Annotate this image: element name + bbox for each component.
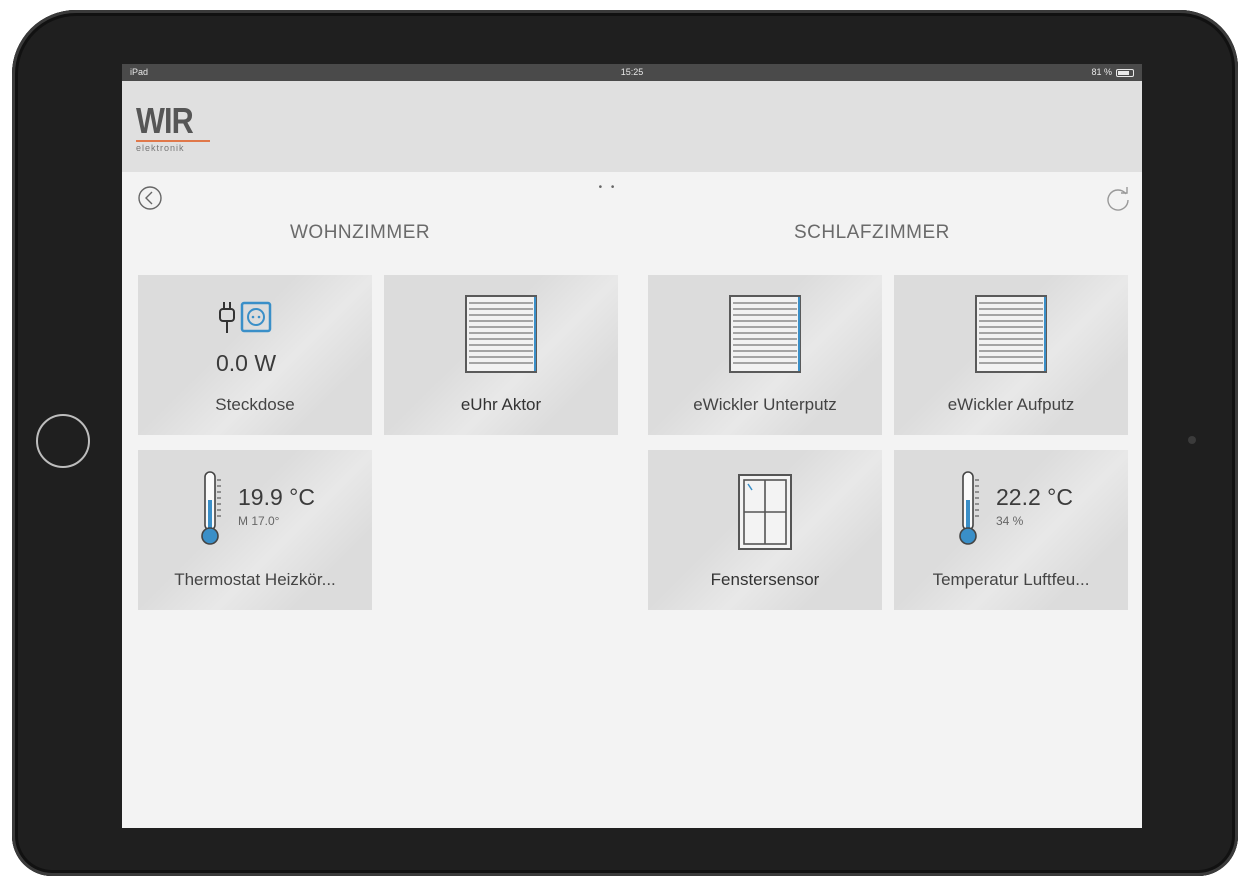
tile-ewickler-aufputz[interactable]: eWickler Aufputz: [894, 275, 1128, 435]
tile-label: Steckdose: [215, 395, 295, 414]
power-value: 0.0 W: [216, 350, 277, 376]
blind-icon: [975, 295, 1047, 373]
tile-thermostat[interactable]: 19.9 °C M 17.0° Thermostat Heizkör...: [138, 450, 372, 610]
tile-label: Thermostat Heizkör...: [174, 570, 336, 589]
blind-icon: [465, 295, 537, 373]
tile-label: eUhr Aktor: [460, 395, 542, 414]
status-bar: iPad 15:25 81 %: [122, 64, 1142, 81]
temperature-value: 22.2 °C: [996, 484, 1073, 510]
temperature-value: 19.9 °C: [238, 484, 315, 510]
room-title-schlafzimmer: SCHLAFZIMMER: [794, 222, 950, 243]
logo-subtitle: elektronik: [136, 143, 185, 153]
tile-ewickler-unterputz[interactable]: eWickler Unterputz: [648, 275, 882, 435]
tile-label: Fenstersensor: [710, 570, 820, 589]
tile-label: eWickler Unterputz: [693, 395, 837, 414]
page-indicator: • •: [598, 182, 618, 193]
plug-socket-icon: [219, 301, 272, 333]
back-icon[interactable]: [136, 184, 164, 212]
app-screen: iPad 15:25 81 % WIR elektronik • • WOHNZ…: [122, 64, 1142, 828]
tile-fenstersensor[interactable]: Fenstersensor: [648, 450, 882, 610]
tile-temperatur-luftfeuchte[interactable]: 22.2 °C 34 % Temperatur Luftfeu...: [894, 450, 1128, 610]
battery-percent: 81 %: [1091, 67, 1112, 77]
refresh-icon[interactable]: [1104, 184, 1132, 212]
humidity-value: 34 %: [996, 514, 1024, 528]
blind-icon: [729, 295, 801, 373]
tile-label: Temperatur Luftfeu...: [932, 570, 1090, 589]
clock: 15:25: [620, 67, 644, 77]
battery-icon: [1116, 68, 1134, 77]
main-content: • • WOHNZIMMER SCHLAFZIMMER 0.0 W Steckd…: [122, 172, 1142, 828]
thermometer-icon: [959, 471, 979, 545]
battery-status: 81 %: [1091, 64, 1134, 81]
window-icon: [738, 474, 792, 550]
wir-logo: WIR elektronik: [136, 103, 216, 157]
app-header: WIR elektronik: [122, 81, 1142, 172]
target-temperature: M 17.0°: [238, 514, 280, 528]
camera-dot: [1188, 436, 1196, 444]
tile-steckdose[interactable]: 0.0 W Steckdose: [138, 275, 372, 435]
room-title-wohnzimmer: WOHNZIMMER: [290, 222, 431, 243]
logo-main: WIR: [136, 100, 194, 141]
tile-label: eWickler Aufputz: [947, 395, 1075, 414]
home-button[interactable]: [36, 414, 90, 468]
thermometer-icon: [201, 471, 221, 545]
tile-euhr-aktor[interactable]: eUhr Aktor: [384, 275, 618, 435]
